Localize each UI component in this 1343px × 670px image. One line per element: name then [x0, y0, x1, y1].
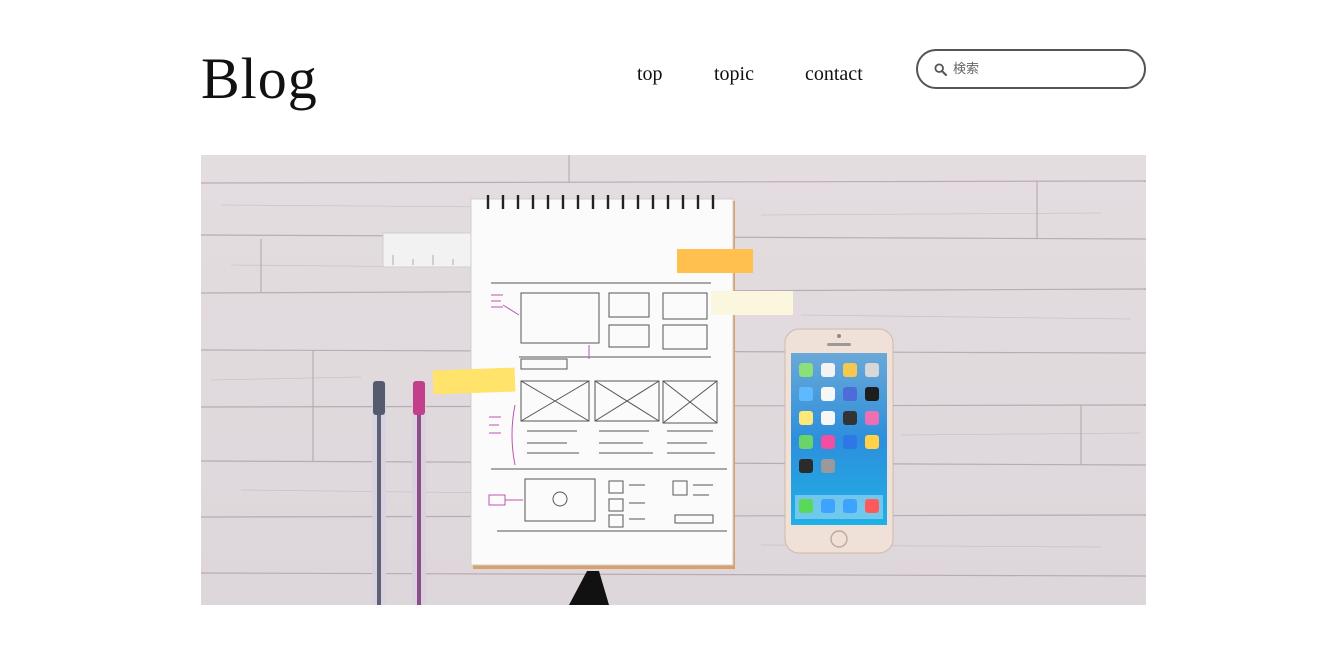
search-box[interactable]	[916, 49, 1146, 89]
nav-contact[interactable]: contact	[805, 60, 863, 88]
site-logo[interactable]: Blog	[201, 44, 318, 114]
search-input[interactable]	[951, 60, 1135, 78]
search-icon	[934, 62, 947, 76]
nav-topic[interactable]: topic	[714, 60, 754, 88]
hero-image	[201, 155, 1146, 605]
nav-top[interactable]: top	[637, 60, 663, 88]
